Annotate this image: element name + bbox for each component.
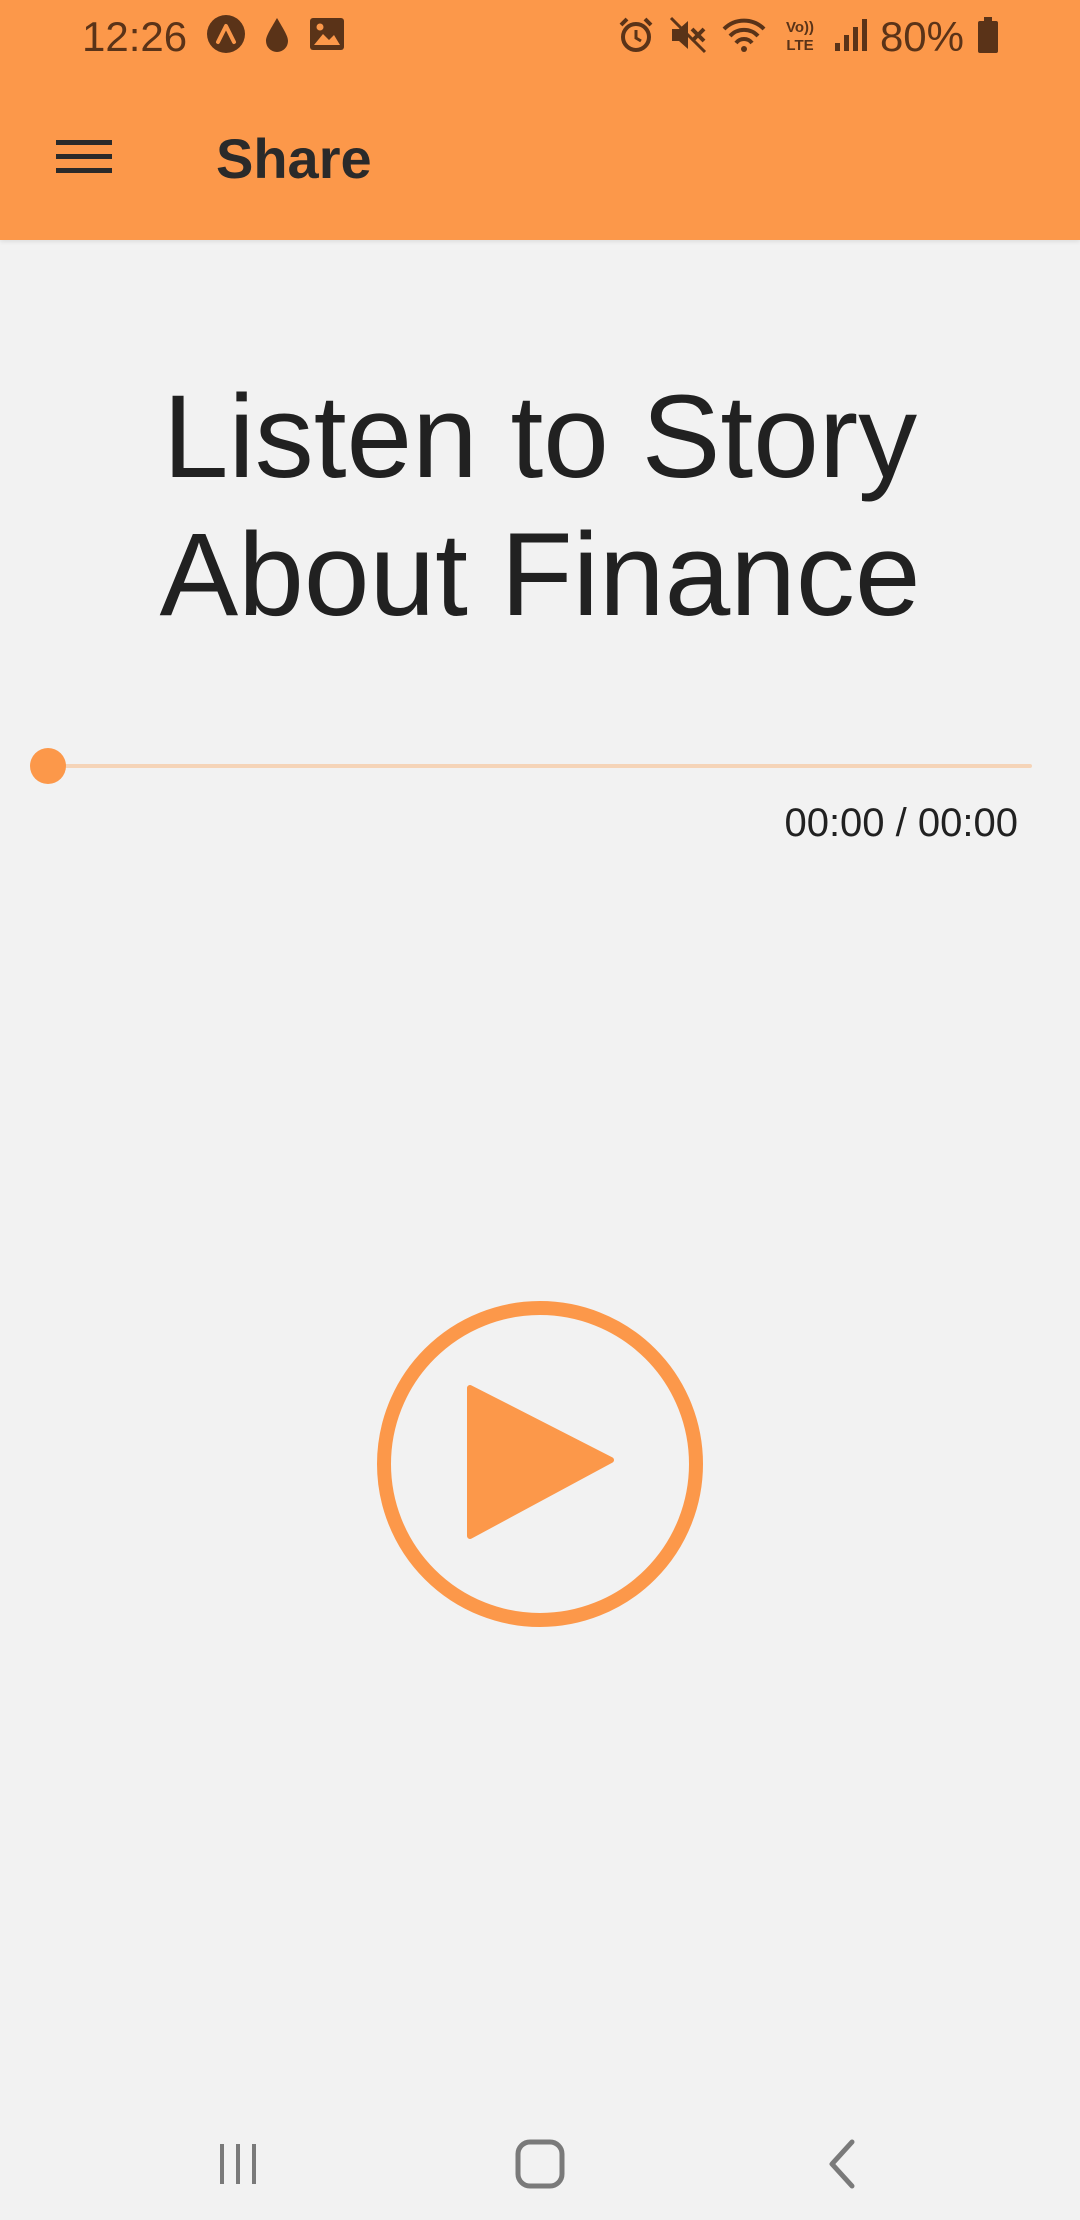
hamburger-menu-icon[interactable] xyxy=(42,118,126,194)
signal-icon xyxy=(832,15,868,60)
battery-icon xyxy=(976,15,1000,60)
status-time: 12:26 xyxy=(82,13,188,60)
seek-track[interactable] xyxy=(48,764,1032,768)
volte-icon: Vo)) LTE xyxy=(780,15,820,60)
story-title-line2: About Finance xyxy=(159,509,921,641)
play-button[interactable] xyxy=(376,1300,704,1628)
back-icon[interactable] xyxy=(802,2124,882,2204)
mute-icon xyxy=(668,15,708,60)
screen: 12:26 Vo)) LTE 80% Share Listen to Story… xyxy=(0,0,1080,2220)
seek-bar[interactable] xyxy=(28,744,1032,788)
svg-text:Vo)): Vo)) xyxy=(786,19,814,36)
status-left-icons xyxy=(206,14,346,59)
seek-thumb[interactable] xyxy=(30,748,66,784)
water-drop-icon xyxy=(260,14,294,59)
status-bar: 12:26 Vo)) LTE 80% xyxy=(0,0,1080,76)
toolbar-title: Share xyxy=(216,127,372,190)
alarm-icon xyxy=(616,15,656,60)
system-nav-bar xyxy=(0,2100,1080,2220)
status-right-icons: Vo)) LTE 80% xyxy=(616,12,1000,62)
image-icon xyxy=(308,16,346,57)
svg-text:LTE: LTE xyxy=(786,37,813,54)
app-header: 12:26 Vo)) LTE 80% Share xyxy=(0,0,1080,240)
arch-app-icon xyxy=(206,14,246,59)
home-icon[interactable] xyxy=(500,2124,580,2204)
play-circle-icon xyxy=(377,1301,703,1627)
wifi-icon xyxy=(720,15,768,60)
story-title: Listen to Story About Finance xyxy=(80,368,1000,644)
toolbar: Share xyxy=(0,76,1080,240)
battery-percentage: 80% xyxy=(879,13,964,60)
time-readout: 00:00 / 00:00 xyxy=(784,801,1018,845)
recents-icon[interactable] xyxy=(198,2124,278,2204)
story-title-line1: Listen to Story xyxy=(162,371,918,503)
